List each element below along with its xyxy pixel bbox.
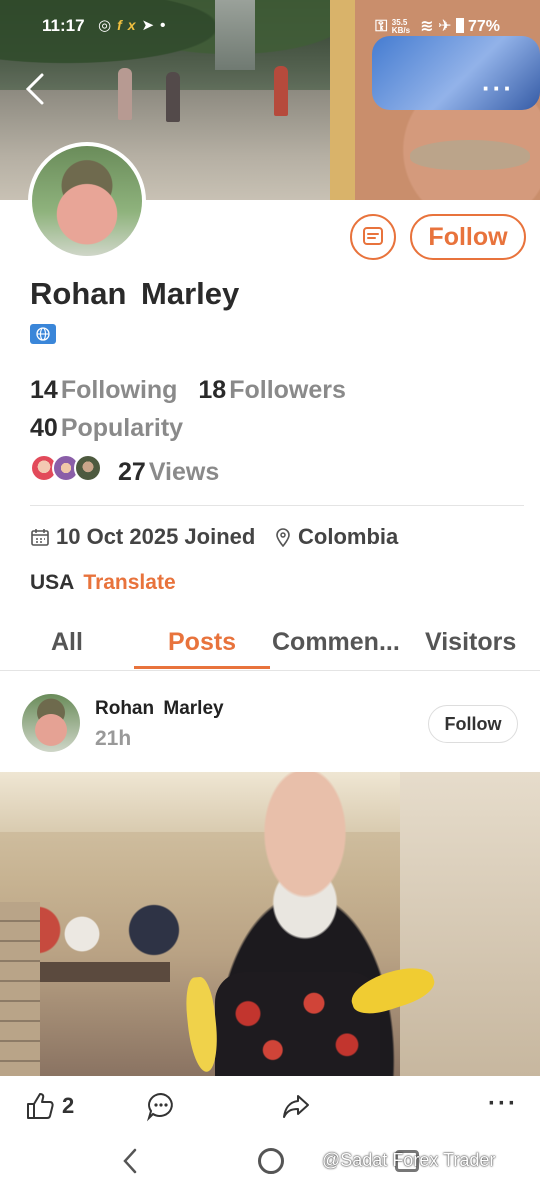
tab-posts[interactable]: Posts — [168, 628, 236, 657]
profile-name: Rohan Marley — [30, 276, 240, 311]
nav-back-button[interactable] — [120, 1146, 140, 1184]
following-stat[interactable]: 14 Following — [30, 376, 177, 404]
visitor-avatar[interactable] — [74, 454, 102, 482]
location-text: Colombia — [298, 524, 399, 549]
photo-dress — [215, 972, 380, 1076]
photo-stone-pillar — [0, 902, 40, 1076]
popularity-label: Popularity — [60, 414, 184, 442]
cover-person — [118, 68, 132, 120]
calendar-icon — [31, 529, 49, 546]
followers-label: Followers — [229, 376, 346, 404]
post-author-name[interactable]: Rohan Marley — [95, 698, 224, 720]
watermark: @Sadat Forex Trader — [322, 1150, 496, 1170]
photo-table — [30, 962, 170, 982]
tabs-divider — [0, 670, 540, 671]
share-button[interactable] — [280, 1090, 312, 1122]
status-bar: 11:17 ◎fx➤• ⚿ 35.5 KB/s ≋ ✈ 77% — [0, 0, 540, 50]
location-info: Colombia — [274, 524, 398, 550]
globe-badge — [30, 324, 56, 344]
status-time: 11:17 — [42, 16, 85, 35]
cover-mustache — [410, 140, 530, 170]
comment-icon — [146, 1092, 173, 1122]
dot-icon: • — [160, 17, 172, 34]
more-options-button[interactable]: ··· — [482, 75, 522, 102]
translate-link[interactable]: Translate — [83, 571, 175, 594]
wifi-icon: ≋ — [420, 18, 434, 35]
follow-stats: 14 Following 18 Followers — [30, 376, 346, 405]
joined-info: 10 Oct 2025 Joined — [30, 524, 255, 550]
tab-comments[interactable]: Commen... — [272, 628, 400, 657]
thumbs-up-icon — [27, 1093, 54, 1119]
cover-person — [166, 72, 180, 122]
active-tab-indicator — [134, 666, 270, 669]
airplane-icon: ✈ — [438, 18, 452, 35]
joined-date: 10 Oct 2025 Joined — [56, 524, 256, 549]
cover-person — [274, 66, 288, 116]
followers-stat[interactable]: 18 Followers — [198, 376, 346, 404]
following-count: 14 — [30, 376, 58, 404]
post-author-avatar[interactable] — [22, 694, 80, 752]
post-timestamp: 21h — [95, 727, 132, 750]
country-text: USA — [30, 571, 74, 594]
telegram-icon: ➤ — [141, 17, 161, 34]
popularity-stat: 40 Popularity — [30, 414, 183, 443]
like-count: 2 — [62, 1093, 75, 1118]
net-speed: 35.5 KB/s — [391, 17, 411, 35]
post-image[interactable] — [0, 772, 540, 1076]
profile-avatar[interactable] — [28, 142, 146, 260]
like-button[interactable]: 2 — [24, 1090, 74, 1122]
share-icon — [283, 1095, 309, 1118]
fx-icon: fx — [117, 17, 142, 33]
data-saver-icon: ◎ — [98, 17, 118, 34]
location-pin-icon — [276, 528, 290, 547]
battery-icon — [455, 18, 464, 33]
chevron-left-icon — [25, 73, 44, 105]
back-button[interactable] — [22, 72, 52, 108]
message-button[interactable] — [350, 214, 396, 260]
divider — [30, 505, 524, 506]
message-icon — [363, 227, 383, 245]
nav-home-button[interactable] — [258, 1148, 284, 1174]
follow-button[interactable]: Follow — [410, 214, 526, 260]
more-dots-icon: ··· — [488, 1090, 518, 1117]
status-right: ⚿ 35.5 KB/s ≋ ✈ 77% — [375, 16, 500, 36]
country-line: USA Translate — [30, 571, 176, 595]
following-label: Following — [60, 376, 178, 404]
post-follow-button[interactable]: Follow — [428, 705, 518, 743]
tab-visitors[interactable]: Visitors — [425, 628, 516, 657]
views-count: 27 — [118, 458, 146, 486]
chevron-left-icon — [123, 1148, 137, 1174]
views-label: Views — [148, 458, 220, 486]
popularity-count: 40 — [30, 414, 58, 442]
tab-all[interactable]: All — [51, 628, 83, 657]
battery-level: 77% — [467, 18, 500, 35]
more-dots-icon: ··· — [482, 73, 514, 103]
status-left-icons: ◎fx➤• — [98, 16, 171, 34]
views-stat[interactable]: 27 Views — [118, 458, 219, 487]
post-more-button[interactable]: ··· — [488, 1090, 518, 1118]
key-icon: ⚿ — [375, 18, 388, 35]
followers-count: 18 — [198, 376, 227, 404]
comment-button[interactable] — [145, 1090, 177, 1122]
globe-icon — [36, 327, 50, 341]
